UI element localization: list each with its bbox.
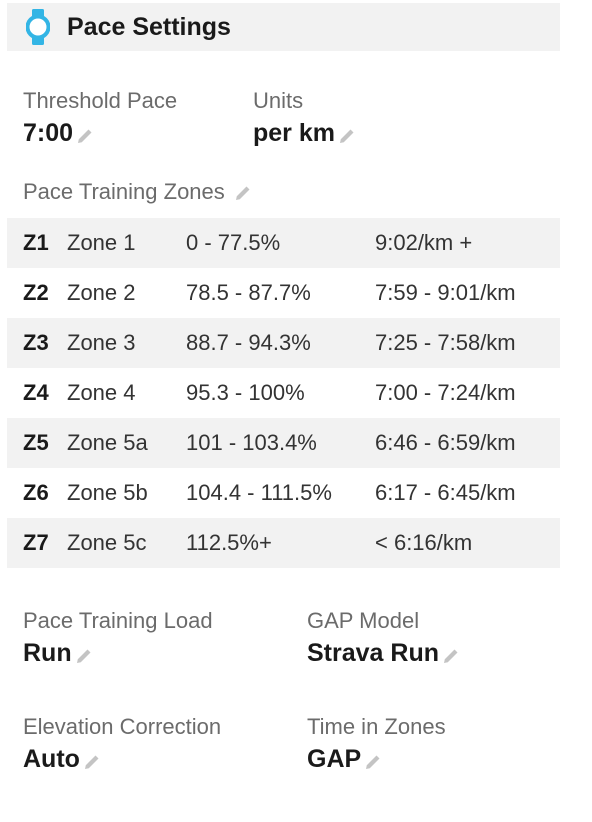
threshold-pace-field: Threshold Pace 7:00 [23, 88, 177, 148]
zone-range: 101 - 103.4% [186, 430, 317, 455]
zone-pace: 7:00 - 7:24/km [375, 380, 516, 405]
zone-pace: < 6:16/km [375, 530, 473, 555]
threshold-pace-label: Threshold Pace [23, 88, 178, 113]
zone-name: Zone 5b [67, 480, 148, 505]
zone-range: 95.3 - 100% [186, 380, 305, 405]
time-in-zones-label: Time in Zones [307, 714, 446, 739]
zone-id: Z6 [23, 480, 49, 505]
zone-row: Z5 Zone 5a 101 - 103.4% 6:46 - 6:59/km [7, 418, 560, 468]
edit-units-icon[interactable] [337, 126, 357, 146]
gap-model-value: Strava Run [307, 639, 439, 667]
zone-name: Zone 3 [67, 330, 136, 355]
zone-range: 0 - 77.5% [186, 230, 281, 255]
edit-zones-icon[interactable] [233, 183, 253, 203]
gap-model-label: GAP Model [307, 608, 420, 633]
elevation-correction-value: Auto [23, 745, 80, 773]
time-in-zones-field: Time in Zones GAP [307, 714, 446, 774]
zone-pace: 7:59 - 9:01/km [375, 280, 516, 305]
zone-id: Z5 [23, 430, 49, 455]
training-load-value: Run [23, 639, 72, 667]
gap-model-field: GAP Model Strava Run [307, 608, 461, 668]
edit-threshold-pace-icon[interactable] [75, 126, 95, 146]
elevation-correction-field: Elevation Correction Auto [23, 714, 221, 774]
zone-row: Z1 Zone 1 0 - 77.5% 9:02/km + [7, 218, 560, 268]
elevation-correction-label: Elevation Correction [23, 714, 222, 739]
units-field: Units per km [253, 88, 357, 148]
zone-row: Z3 Zone 3 88.7 - 94.3% 7:25 - 7:58/km [7, 318, 560, 368]
zone-name: Zone 1 [67, 230, 136, 255]
zone-pace: 9:02/km + [375, 230, 473, 255]
pace-zones-title: Pace Training Zones [23, 178, 253, 206]
zone-id: Z7 [23, 530, 49, 555]
training-load-field: Pace Training Load Run [23, 608, 213, 668]
zone-name: Zone 5c [67, 530, 147, 555]
pace-zones-table: Z1 Zone 1 0 - 77.5% 9:02/km + Z2 Zone 2 … [7, 218, 560, 568]
zone-name: Zone 2 [67, 280, 136, 305]
zone-row: Z2 Zone 2 78.5 - 87.7% 7:59 - 9:01/km [7, 268, 560, 318]
zone-name: Zone 5a [67, 430, 148, 455]
zone-row: Z6 Zone 5b 104.4 - 111.5% 6:17 - 6:45/km [7, 468, 560, 518]
zone-row: Z4 Zone 4 95.3 - 100% 7:00 - 7:24/km [7, 368, 560, 418]
zone-range: 78.5 - 87.7% [186, 280, 311, 305]
edit-gap-model-icon[interactable] [441, 646, 461, 666]
zone-name: Zone 4 [67, 380, 136, 405]
time-in-zones-value: GAP [307, 745, 362, 773]
zone-id: Z4 [23, 380, 49, 405]
pace-settings-header: Pace Settings [7, 3, 560, 51]
edit-elevation-correction-icon[interactable] [82, 752, 102, 772]
zone-pace: 6:46 - 6:59/km [375, 430, 516, 455]
edit-training-load-icon[interactable] [74, 646, 94, 666]
zone-id: Z2 [23, 280, 49, 305]
training-load-label: Pace Training Load [23, 608, 213, 633]
watch-icon [26, 7, 50, 47]
zone-range: 112.5%+ [186, 530, 272, 555]
zone-pace: 6:17 - 6:45/km [375, 480, 516, 505]
pace-zones-title-label: Pace Training Zones [23, 179, 225, 204]
units-value: per km [253, 119, 335, 147]
zone-row: Z7 Zone 5c 112.5%+ < 6:16/km [7, 518, 560, 568]
zone-pace: 7:25 - 7:58/km [375, 330, 516, 355]
zone-id: Z1 [23, 230, 49, 255]
zone-range: 88.7 - 94.3% [186, 330, 311, 355]
zone-id: Z3 [23, 330, 49, 355]
page-title: Pace Settings [67, 12, 231, 41]
units-label: Units [253, 88, 304, 113]
edit-time-in-zones-icon[interactable] [363, 752, 383, 772]
threshold-pace-value: 7:00 [23, 119, 74, 147]
zone-range: 104.4 - 111.5% [186, 480, 332, 505]
